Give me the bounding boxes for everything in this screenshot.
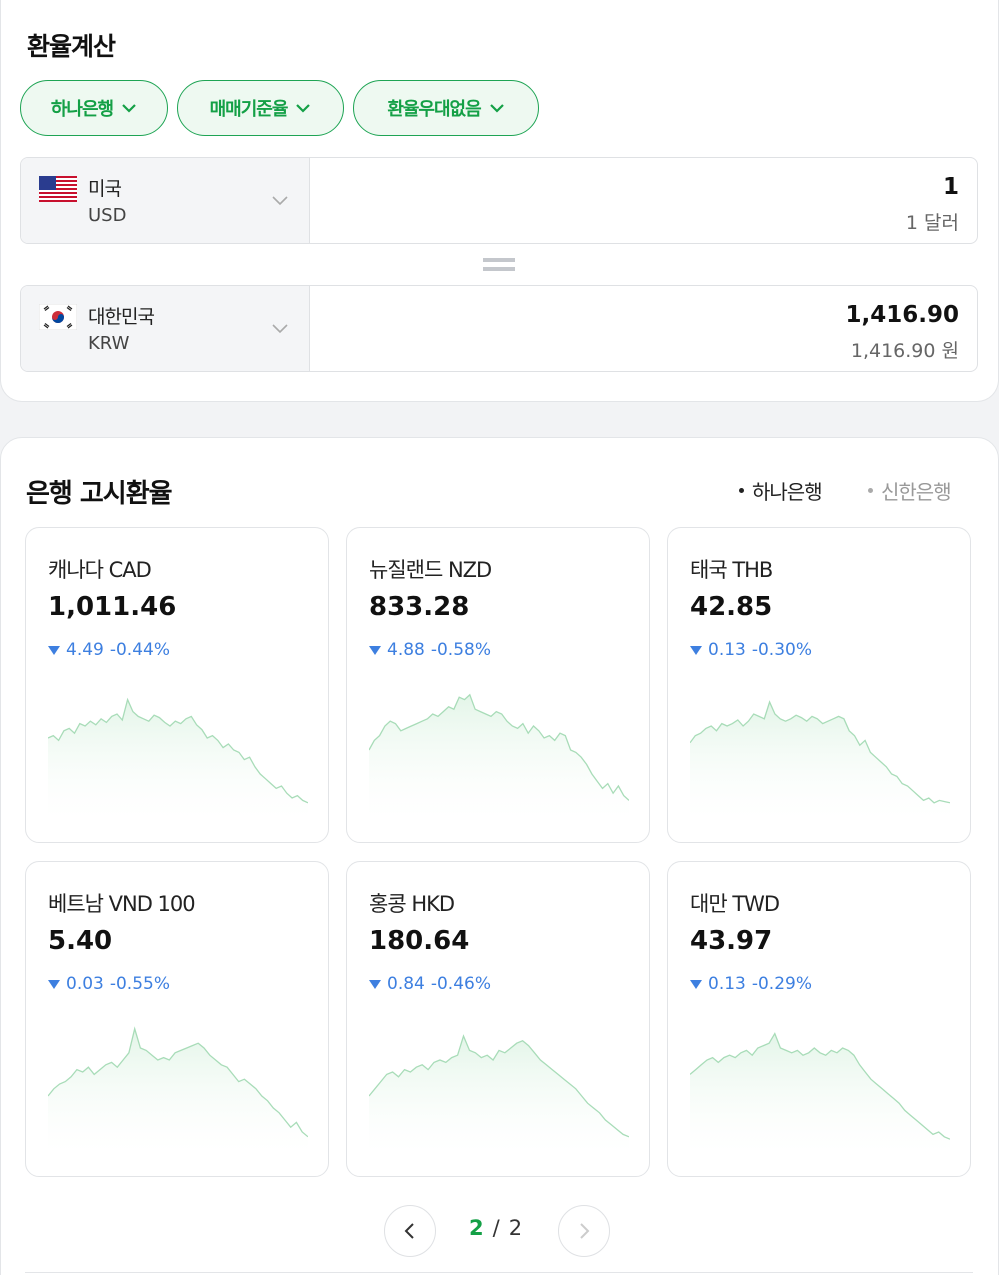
exchange-calculator: 환율계산 하나은행 매매기준율 환율우대없음 미국 USD 1 1 달러 대한민… — [0, 0, 999, 402]
rate-value: 180.64 — [369, 926, 470, 956]
page-separator: / — [492, 1216, 500, 1240]
change-amount: 4.88 — [387, 640, 425, 660]
to-amount-input[interactable]: 1,416.90 — [846, 302, 960, 328]
bank-tab-label: 하나은행 — [752, 480, 823, 504]
calculator-title: 환율계산 — [27, 32, 116, 61]
down-triangle-icon — [369, 645, 381, 655]
chip-label: 매매기준율 — [209, 99, 289, 120]
page-indicator: 2 / 2 — [469, 1216, 522, 1240]
next-page-button[interactable] — [558, 1205, 610, 1257]
divider — [25, 1272, 973, 1273]
sparkline-area — [48, 1028, 308, 1154]
rate-card[interactable]: 캐나다 CAD 1,011.46 4.49 -0.44% — [25, 527, 329, 843]
change-percent: -0.58% — [430, 640, 491, 660]
from-currency-code: USD — [88, 205, 127, 226]
kr-flag-icon — [39, 304, 77, 330]
rate-value: 1,011.46 — [48, 592, 177, 622]
to-country-name: 대한민국 — [88, 306, 155, 328]
to-amount-text: 1,416.90 원 — [850, 340, 959, 362]
trend-sparkline — [369, 693, 629, 820]
change-percent: -0.30% — [751, 640, 812, 660]
change-percent: -0.44% — [109, 640, 170, 660]
trend-sparkline — [48, 1026, 308, 1154]
change-amount: 4.49 — [66, 640, 104, 660]
trend-sparkline — [690, 700, 950, 820]
currency-name: 캐나다 CAD — [48, 558, 152, 582]
chevron-right-icon — [580, 1223, 590, 1239]
rate-change: 0.13 -0.30% — [690, 640, 812, 660]
to-currency-row: 대한민국 KRW 1,416.90 1,416.90 원 — [20, 285, 978, 372]
down-triangle-icon — [690, 979, 702, 989]
currency-name: 대만 TWD — [690, 892, 780, 916]
currency-name: 태국 THB — [690, 558, 773, 582]
sparkline-area — [690, 702, 950, 820]
chevron-down-icon — [272, 324, 288, 334]
rate-change: 4.88 -0.58% — [369, 640, 491, 660]
chevron-down-icon — [489, 104, 504, 113]
prev-page-button[interactable] — [384, 1205, 436, 1257]
down-triangle-icon — [369, 979, 381, 989]
rate-value: 833.28 — [369, 592, 470, 622]
rate-value: 5.40 — [48, 926, 113, 956]
rate-change: 4.49 -0.44% — [48, 640, 170, 660]
chevron-down-icon — [296, 104, 311, 113]
to-currency-code: KRW — [88, 333, 130, 354]
trend-sparkline — [690, 1032, 950, 1154]
equals-icon — [483, 258, 515, 271]
from-amount-input[interactable]: 1 — [943, 174, 959, 200]
bank-rates-title: 은행 고시환율 — [26, 479, 173, 509]
currency-name: 베트남 VND 100 — [48, 892, 196, 916]
from-amount-text: 1 달러 — [905, 212, 959, 234]
rate-value: 43.97 — [690, 926, 773, 956]
bank-tab-hana[interactable]: 하나은행 — [739, 476, 823, 505]
rate-change: 0.84 -0.46% — [369, 974, 491, 994]
chevron-down-icon — [272, 196, 288, 206]
bank-tab-label: 신한은행 — [881, 480, 952, 504]
change-amount: 0.84 — [387, 974, 425, 994]
rate-type-chip[interactable]: 매매기준율 — [177, 80, 344, 136]
rate-change: 0.03 -0.55% — [48, 974, 170, 994]
from-country-name: 미국 — [88, 178, 122, 200]
from-currency-row: 미국 USD 1 1 달러 — [20, 157, 978, 244]
change-amount: 0.13 — [708, 640, 746, 660]
us-flag-icon — [39, 176, 77, 202]
chip-label: 환율우대없음 — [387, 99, 481, 120]
change-amount: 0.03 — [66, 974, 104, 994]
sparkline-area — [369, 694, 629, 820]
bank-tab-shinhan[interactable]: 신한은행 — [868, 476, 952, 505]
sparkline-area — [690, 1033, 950, 1154]
change-percent: -0.46% — [430, 974, 491, 994]
rate-card[interactable]: 베트남 VND 100 5.40 0.03 -0.55% — [25, 861, 329, 1177]
from-currency-select[interactable]: 미국 USD — [21, 158, 310, 243]
sparkline-area — [369, 1036, 629, 1154]
chevron-left-icon — [404, 1223, 414, 1239]
bullet-icon — [739, 488, 744, 493]
rate-card[interactable]: 홍콩 HKD 180.64 0.84 -0.46% — [346, 861, 650, 1177]
change-percent: -0.29% — [751, 974, 812, 994]
down-triangle-icon — [48, 645, 60, 655]
current-page: 2 — [469, 1216, 484, 1240]
bank-select-chip[interactable]: 하나은행 — [20, 80, 168, 136]
rate-card[interactable]: 뉴질랜드 NZD 833.28 4.88 -0.58% — [346, 527, 650, 843]
currency-name: 홍콩 HKD — [369, 892, 455, 916]
to-currency-select[interactable]: 대한민국 KRW — [21, 286, 310, 371]
currency-name: 뉴질랜드 NZD — [369, 558, 492, 582]
rate-value: 42.85 — [690, 592, 773, 622]
down-triangle-icon — [690, 645, 702, 655]
rate-change: 0.13 -0.29% — [690, 974, 812, 994]
chip-label: 하나은행 — [50, 99, 114, 120]
trend-sparkline — [369, 1034, 629, 1154]
bullet-icon — [868, 488, 873, 493]
trend-sparkline — [48, 697, 308, 820]
total-pages: 2 — [508, 1216, 523, 1240]
sparkline-area — [48, 699, 308, 820]
preferential-rate-chip[interactable]: 환율우대없음 — [353, 80, 539, 136]
rate-card[interactable]: 태국 THB 42.85 0.13 -0.30% — [667, 527, 971, 843]
down-triangle-icon — [48, 979, 60, 989]
change-amount: 0.13 — [708, 974, 746, 994]
rate-card[interactable]: 대만 TWD 43.97 0.13 -0.29% — [667, 861, 971, 1177]
chevron-down-icon — [122, 104, 136, 113]
change-percent: -0.55% — [109, 974, 170, 994]
